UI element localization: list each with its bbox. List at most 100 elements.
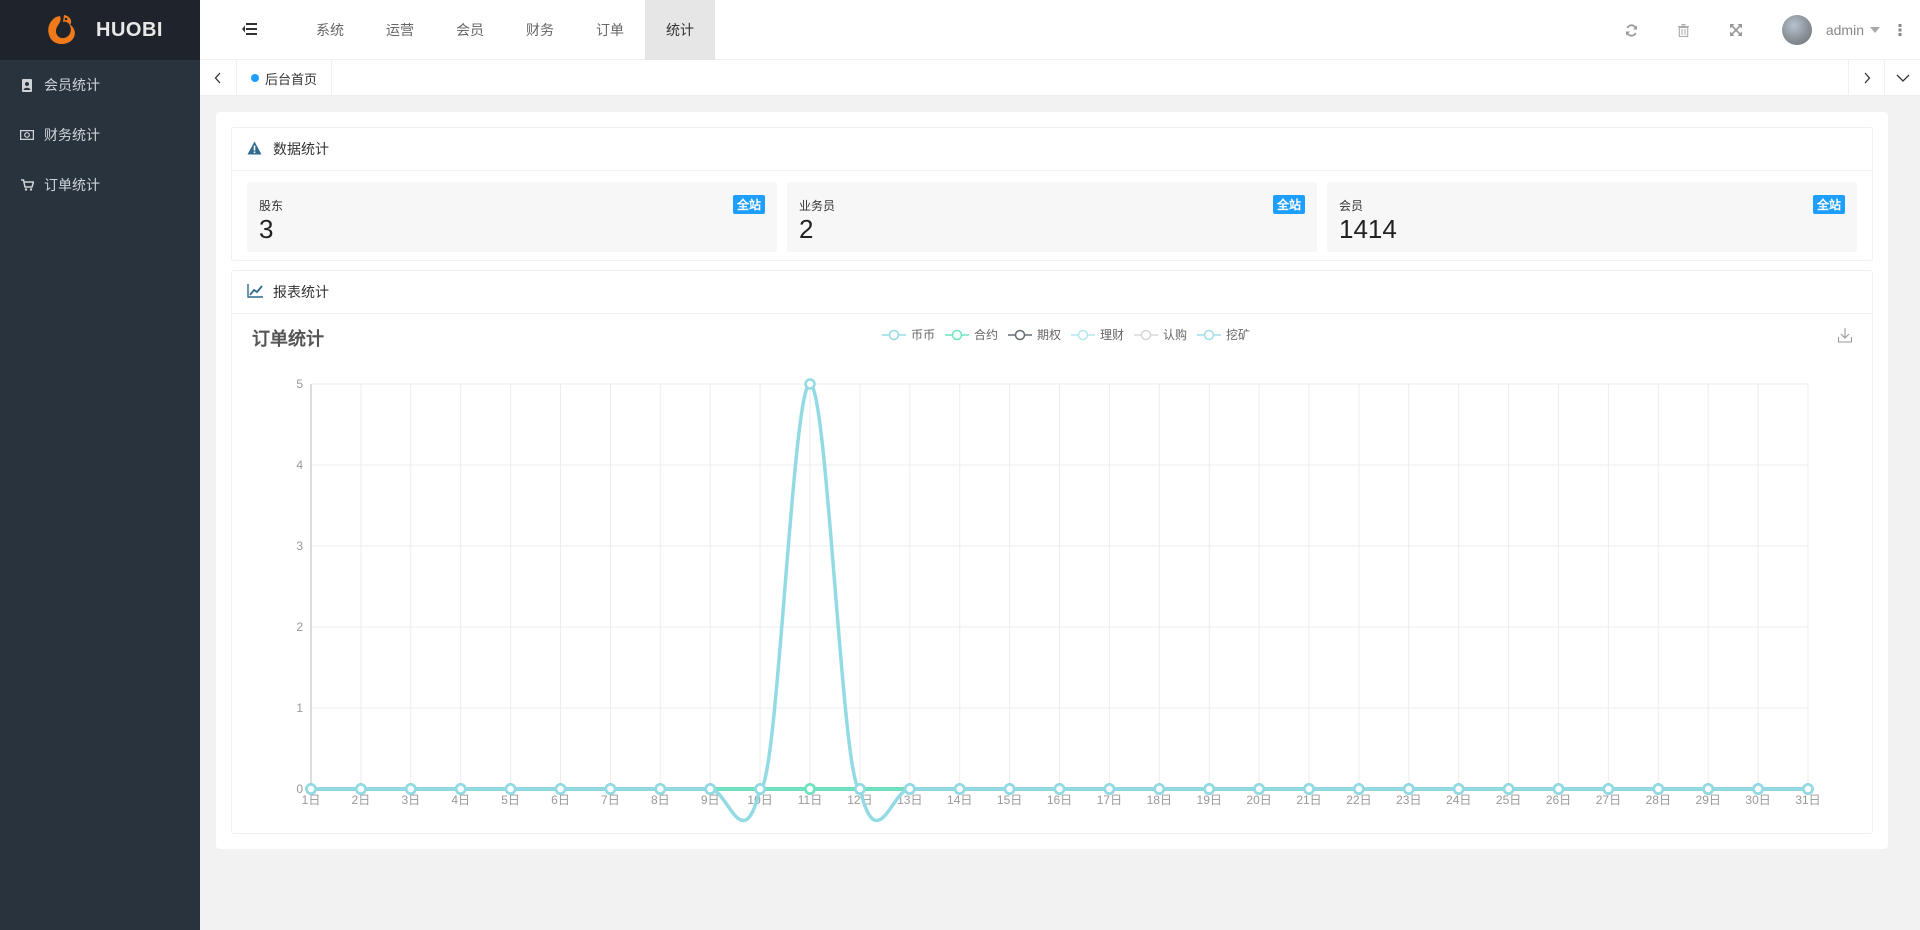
data-point	[1502, 783, 1515, 795]
x-tick-label: 21日	[1296, 793, 1321, 807]
x-tick-label: 26日	[1546, 793, 1571, 807]
data-point	[1253, 783, 1265, 795]
caret-down-icon	[1870, 27, 1880, 33]
x-tick-label: 27日	[1596, 793, 1621, 807]
x-tick-label: 7日	[601, 793, 620, 807]
data-point	[454, 783, 467, 795]
x-tick-label: 23日	[1396, 793, 1421, 807]
sidebar-item-finance-stats[interactable]: 财务统计	[0, 110, 200, 160]
sidebar: HUOBI 会员统计 财务统计 订单统计	[0, 0, 200, 930]
chevron-down-icon	[1896, 74, 1909, 82]
chevron-right-icon	[1864, 72, 1870, 84]
flame-logo-icon	[48, 15, 75, 45]
clear-cache-button[interactable]	[1658, 0, 1710, 60]
x-tick-label: 3日	[401, 793, 420, 807]
scope-badge: 全站	[732, 195, 765, 214]
sidebar-item-label: 订单统计	[44, 177, 100, 193]
sidebar-item-order-stats[interactable]: 订单统计	[0, 160, 200, 210]
data-point	[1103, 783, 1116, 795]
x-tick-label: 9日	[701, 793, 720, 807]
data-point	[305, 783, 317, 795]
active-dot	[251, 74, 259, 82]
data-point	[1353, 783, 1365, 795]
data-point	[604, 783, 617, 795]
card-header: 数据统计	[232, 128, 1872, 171]
nav-operations[interactable]: 运营	[365, 0, 435, 60]
data-point	[1452, 783, 1465, 795]
data-point	[654, 783, 667, 795]
x-tick-label: 14日	[947, 793, 972, 807]
sidebar-item-member-stats[interactable]: 会员统计	[0, 60, 200, 110]
stat-value: 1414	[1339, 214, 1397, 244]
x-tick-label: 19日	[1197, 793, 1222, 807]
x-tick-label: 31日	[1795, 793, 1820, 807]
page-tabs: 后台首页	[200, 60, 1920, 96]
refresh-button[interactable]	[1606, 0, 1658, 60]
x-tick-label: 1日	[302, 793, 321, 807]
scope-badge: 全站	[1272, 195, 1305, 214]
nav-members[interactable]: 会员	[435, 0, 505, 60]
tabs-scroll-left-button[interactable]	[200, 60, 236, 96]
data-point	[1602, 783, 1615, 795]
header-tools: admin	[1606, 0, 1920, 60]
more-button[interactable]	[1880, 0, 1920, 60]
more-vertical-icon	[1898, 24, 1902, 36]
stat-label: 业务员	[799, 199, 836, 213]
nav-statistics[interactable]: 统计	[645, 0, 715, 60]
x-tick-label: 29日	[1696, 793, 1721, 807]
money-icon	[20, 128, 34, 142]
data-point	[504, 783, 517, 795]
stat-value: 2	[799, 214, 814, 244]
card-header: 报表统计	[232, 271, 1872, 314]
user-menu[interactable]: admin	[1781, 15, 1880, 45]
y-tick-label: 1	[296, 701, 303, 715]
cart-icon	[20, 178, 34, 192]
data-point	[854, 783, 866, 795]
data-point	[1403, 783, 1415, 795]
data-point	[1702, 783, 1714, 795]
data-point	[804, 783, 816, 795]
data-point	[754, 783, 766, 795]
nav-orders[interactable]: 订单	[575, 0, 645, 60]
data-point	[804, 378, 816, 390]
data-point	[1303, 783, 1315, 795]
tab-home[interactable]: 后台首页	[236, 60, 333, 96]
tabs-scroll-right-button[interactable]	[1848, 60, 1884, 96]
x-tick-label: 15日	[997, 793, 1022, 807]
x-tick-label: 4日	[451, 793, 470, 807]
card-title: 数据统计	[273, 141, 329, 157]
y-tick-label: 4	[296, 458, 303, 472]
tabs-menu-button[interactable]	[1884, 60, 1920, 96]
x-tick-label: 18日	[1147, 793, 1172, 807]
data-point	[1752, 783, 1764, 795]
y-tick-label: 5	[296, 377, 303, 391]
nav-system[interactable]: 系统	[295, 0, 365, 60]
stat-value: 3	[259, 214, 274, 244]
data-point	[554, 783, 567, 795]
address-book-icon	[20, 78, 34, 92]
expand-icon	[1729, 24, 1742, 36]
fullscreen-button[interactable]	[1710, 0, 1762, 60]
x-tick-label: 28日	[1646, 793, 1671, 807]
warning-icon	[247, 141, 263, 157]
logo[interactable]: HUOBI	[0, 0, 200, 60]
stat-label: 股东	[259, 199, 284, 213]
indent-icon	[242, 23, 257, 35]
data-point	[1552, 783, 1565, 795]
x-tick-label: 16日	[1047, 793, 1072, 807]
x-tick-label: 8日	[651, 793, 670, 807]
stat-members: 会员 1414 全站	[1327, 182, 1857, 252]
tab-home-label: 后台首页	[265, 71, 318, 87]
card-title: 报表统计	[273, 284, 329, 300]
data-stats-card: 数据统计 股东 3 全站 业务员 2 全站 会员 1414 全站	[231, 127, 1873, 261]
x-tick-label: 25日	[1496, 793, 1521, 807]
report-stats-card: 报表统计 订单统计 币币 合约 期权 理财 认购 挖矿 0 1 2 3 4 5 1日 2日 3日 4日 5日 6…	[231, 270, 1873, 834]
x-tick-label: 5日	[501, 793, 520, 807]
menu-toggle-button[interactable]	[242, 22, 258, 36]
scope-badge: 全站	[1812, 195, 1845, 214]
x-tick-label: 6日	[551, 793, 570, 807]
refresh-icon	[1626, 23, 1638, 37]
order-stats-chart: 0123451日 2日 3日 4日 5日 6日 7日 8日 9日 10日 11日 12日 13日 14日 1…	[296, 377, 1821, 823]
stat-salespeople: 业务员 2 全站	[787, 182, 1317, 252]
nav-finance[interactable]: 财务	[505, 0, 575, 60]
